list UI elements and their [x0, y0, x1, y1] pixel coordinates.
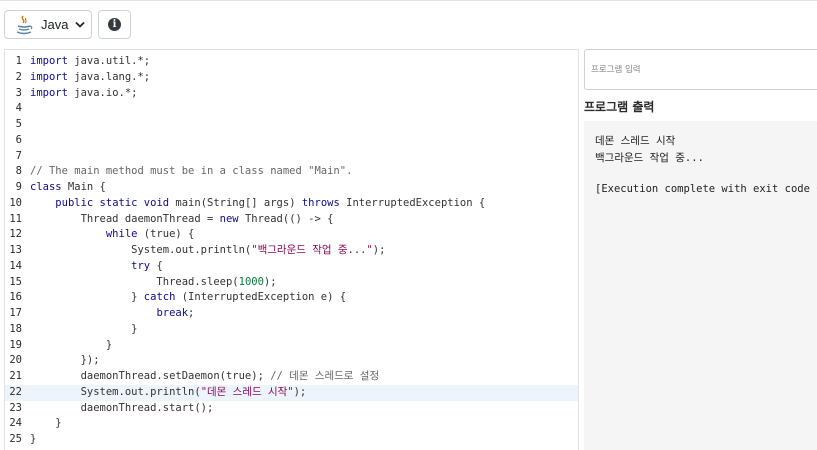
line-number: 1 [15, 55, 22, 67]
code-line[interactable]: 6 [5, 133, 578, 149]
code-line[interactable]: 5 [5, 117, 578, 133]
output-panel: 데몬 스레드 시작백그라운드 작업 중... [Execution complet… [584, 121, 817, 450]
code-text: } [30, 433, 37, 445]
line-number: 2 [15, 70, 22, 83]
output-line: 백그라운드 작업 중... [595, 151, 704, 164]
code-text: } [30, 417, 62, 430]
line-number: 13 [9, 244, 22, 256]
code-text: Thread.sleep(1000); [30, 275, 277, 288]
code-text: import java.util.*; [30, 55, 151, 67]
code-text: class Main { [30, 181, 106, 193]
info-icon: i [108, 18, 121, 31]
language-label: Java [41, 17, 69, 32]
line-number: 12 [9, 228, 22, 241]
code-text: // The main method must be in a class na… [30, 165, 353, 178]
code-text: public static void main(String[] args) t… [55, 196, 486, 209]
line-number: 7 [15, 149, 22, 162]
code-text: } catch (InterruptedException e) { [30, 291, 347, 304]
code-line[interactable]: 22 System.out.println("데몬 스레드 시작"); [5, 384, 578, 401]
code-line[interactable]: 18 } [5, 322, 578, 338]
line-number: 18 [9, 322, 22, 335]
line-number: 5 [15, 118, 22, 130]
code-line[interactable]: 21 daemonThread.setDaemon(true); // 데몬 스… [5, 369, 578, 385]
line-number: 22 [9, 385, 22, 398]
code-text: Thread daemonThread = new Thread(() -> { [30, 212, 334, 225]
line-number: 8 [15, 165, 22, 178]
line-number: 23 [9, 401, 22, 414]
line-number: 20 [9, 354, 22, 367]
java-icon [16, 15, 33, 34]
code-line[interactable]: 17 break; [5, 306, 578, 322]
code-text: } [30, 322, 138, 335]
code-line[interactable]: 7 [5, 149, 578, 165]
code-line[interactable]: 10 public static void main(String[] args… [5, 196, 578, 212]
line-number: 11 [9, 212, 22, 225]
code-line[interactable]: 1 import java.util.*; [5, 54, 578, 70]
line-number: 4 [15, 102, 22, 115]
code-text: }); [30, 354, 100, 367]
code-line[interactable]: 9 class Main { [5, 180, 578, 196]
code-line[interactable]: 8 // The main method must be in a class n… [5, 164, 578, 180]
info-button[interactable]: i [98, 10, 131, 39]
code-text: System.out.println("백그라운드 작업 중..."); [30, 244, 386, 256]
line-number: 25 [9, 433, 22, 445]
code-line[interactable]: 13 System.out.println("백그라운드 작업 중..."); [5, 243, 578, 259]
code-line[interactable]: 15 Thread.sleep(1000); [5, 275, 578, 291]
line-number: 16 [9, 291, 22, 304]
code-text: break; [156, 307, 195, 319]
code-text: daemonThread.setDaemon(true); // 데몬 스레드로… [30, 370, 380, 382]
code-text: daemonThread.start(); [30, 401, 214, 414]
code-line[interactable]: 2 import java.lang.*; [5, 70, 578, 86]
line-number: 14 [9, 259, 22, 272]
code-text: import java.io.*; [30, 86, 138, 99]
code-line[interactable]: 12 while (true) { [5, 227, 578, 243]
code-text: } [30, 338, 113, 351]
line-number: 15 [9, 275, 22, 288]
code-line[interactable]: 16 } catch (InterruptedException e) { [5, 290, 578, 306]
code-line[interactable]: 20 }); [5, 353, 578, 369]
program-input-field[interactable] [584, 49, 817, 90]
language-select-button[interactable]: Java [4, 10, 92, 39]
line-number: 21 [9, 370, 22, 382]
output-line: 데몬 스레드 시작 [595, 135, 676, 147]
code-line[interactable]: 19 } [5, 338, 578, 354]
line-number: 3 [15, 86, 22, 99]
code-line[interactable]: 3 import java.io.*; [5, 86, 578, 102]
code-line[interactable]: 11 Thread daemonThread = new Thread(() -… [5, 212, 578, 228]
code-text: import java.lang.*; [30, 70, 151, 83]
code-line[interactable]: 24 } [5, 416, 578, 432]
line-number: 6 [15, 133, 22, 146]
output-line: [Execution complete with exit code 0] [595, 182, 817, 195]
code-line[interactable]: 23 daemonThread.start(); [5, 401, 578, 417]
line-number: 19 [9, 338, 22, 351]
line-number: 24 [9, 417, 22, 430]
line-number: 17 [9, 307, 22, 319]
top-divider [0, 0, 817, 1]
code-line[interactable]: 14 try { [5, 259, 578, 275]
output-title: 프로그램 출력 [584, 100, 655, 114]
code-line[interactable]: 4 [5, 101, 578, 117]
code-editor[interactable]: 1 import java.util.*; 2 import java.lang.*;… [4, 49, 579, 450]
chevron-down-icon [75, 21, 86, 28]
code-text: System.out.println("데몬 스레드 시작"); [30, 385, 307, 398]
code-text: try { [131, 259, 163, 272]
line-number: 10 [9, 196, 22, 209]
line-number: 9 [15, 181, 22, 193]
code-line[interactable]: 25} [5, 432, 578, 448]
code-text: while (true) { [105, 228, 195, 241]
